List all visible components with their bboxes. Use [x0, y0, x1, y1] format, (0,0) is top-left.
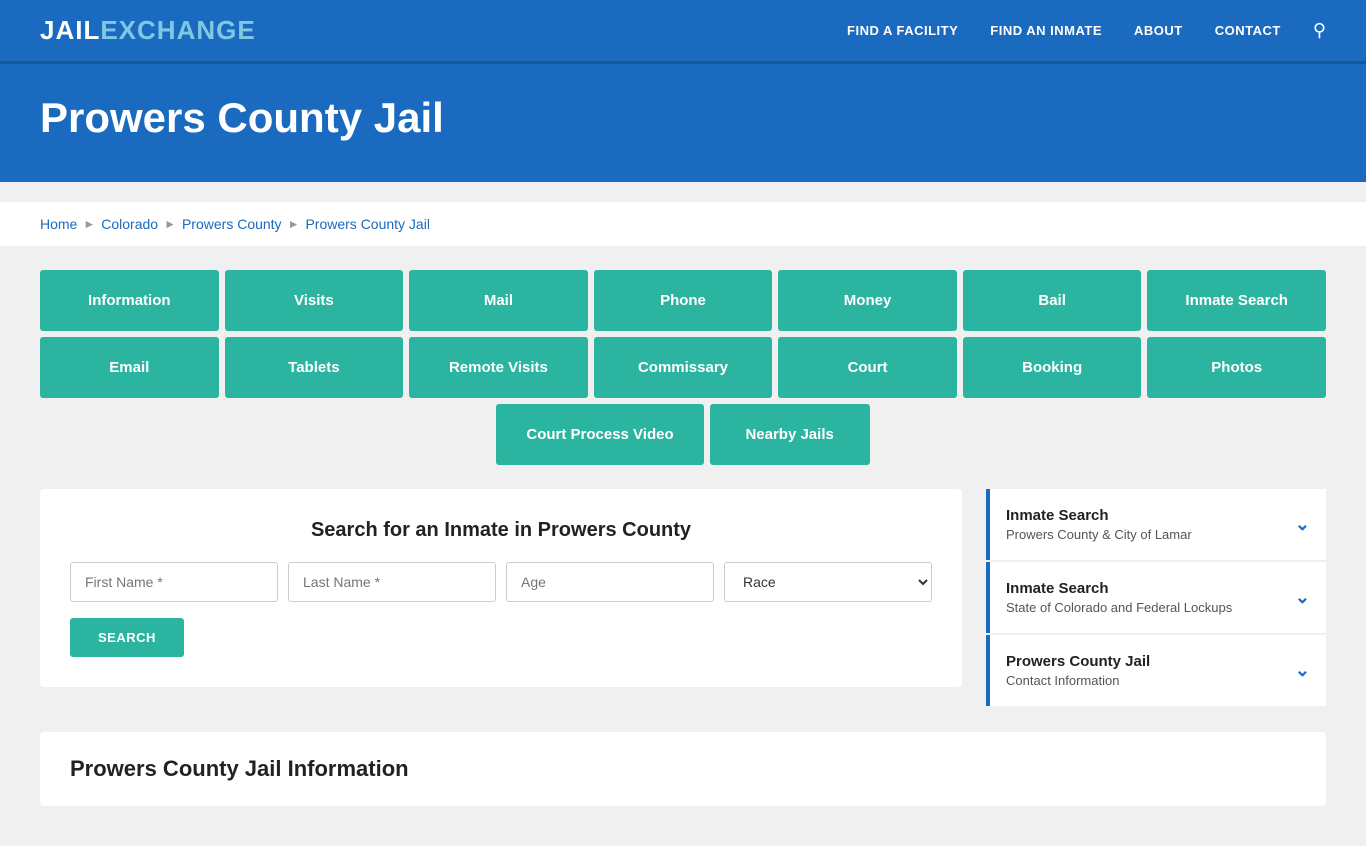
site-logo[interactable]: JAILEXCHANGE	[40, 15, 256, 46]
last-name-input[interactable]	[288, 562, 496, 602]
logo-exchange: EXCHANGE	[100, 15, 255, 45]
button-grid-row1: Information Visits Mail Phone Money Bail…	[40, 270, 1326, 331]
sidebar-item-2[interactable]: Inmate Search State of Colorado and Fede…	[986, 562, 1326, 633]
breadcrumb-colorado[interactable]: Colorado	[101, 216, 158, 232]
btn-inmate-search[interactable]: Inmate Search	[1147, 270, 1326, 331]
inmate-search-title: Search for an Inmate in Prowers County	[70, 519, 932, 542]
search-icon-button[interactable]: ⚲	[1313, 20, 1326, 41]
btn-remote-visits[interactable]: Remote Visits	[409, 337, 588, 398]
btn-phone[interactable]: Phone	[594, 270, 773, 331]
breadcrumb-home[interactable]: Home	[40, 216, 77, 232]
button-grid-row2: Email Tablets Remote Visits Commissary C…	[40, 337, 1326, 398]
breadcrumb-sep-1: ►	[83, 217, 95, 231]
btn-nearby-jails[interactable]: Nearby Jails	[710, 404, 870, 465]
nav-find-facility[interactable]: FIND A FACILITY	[847, 23, 958, 38]
btn-tablets[interactable]: Tablets	[225, 337, 404, 398]
btn-mail[interactable]: Mail	[409, 270, 588, 331]
chevron-down-icon-2: ⌄	[1295, 587, 1310, 608]
sidebar-item-1-title: Inmate Search	[1006, 507, 1192, 524]
btn-information[interactable]: Information	[40, 270, 219, 331]
lower-section: Search for an Inmate in Prowers County R…	[40, 489, 1326, 708]
sidebar-item-1-subtitle: Prowers County & City of Lamar	[1006, 527, 1192, 542]
btn-photos[interactable]: Photos	[1147, 337, 1326, 398]
search-fields: Race White Black Hispanic Asian Other	[70, 562, 932, 602]
btn-booking[interactable]: Booking	[963, 337, 1142, 398]
chevron-down-icon-1: ⌄	[1295, 514, 1310, 535]
sidebar-item-3-subtitle: Contact Information	[1006, 673, 1150, 688]
sidebar-item-2-title: Inmate Search	[1006, 580, 1232, 597]
btn-email[interactable]: Email	[40, 337, 219, 398]
nav-about[interactable]: ABOUT	[1134, 23, 1183, 38]
page-title: Prowers County Jail	[40, 94, 1326, 142]
btn-court-process-video[interactable]: Court Process Video	[496, 404, 703, 465]
breadcrumb: Home ► Colorado ► Prowers County ► Prowe…	[0, 202, 1366, 246]
inmate-search-card: Search for an Inmate in Prowers County R…	[40, 489, 962, 687]
navbar: JAILEXCHANGE FIND A FACILITY FIND AN INM…	[0, 0, 1366, 64]
breadcrumb-sep-3: ►	[288, 217, 300, 231]
info-section: Prowers County Jail Information	[40, 732, 1326, 806]
main-area: Home ► Colorado ► Prowers County ► Prowe…	[0, 182, 1366, 846]
race-select[interactable]: Race White Black Hispanic Asian Other	[724, 562, 932, 602]
nav-contact[interactable]: CONTACT	[1215, 23, 1281, 38]
btn-court[interactable]: Court	[778, 337, 957, 398]
btn-commissary[interactable]: Commissary	[594, 337, 773, 398]
btn-visits[interactable]: Visits	[225, 270, 404, 331]
age-input[interactable]	[506, 562, 714, 602]
breadcrumb-prowers-county[interactable]: Prowers County	[182, 216, 282, 232]
search-button[interactable]: SEARCH	[70, 618, 184, 657]
chevron-down-icon-3: ⌄	[1295, 660, 1310, 681]
info-section-title: Prowers County Jail Information	[70, 756, 1296, 782]
btn-bail[interactable]: Bail	[963, 270, 1142, 331]
sidebar-item-2-subtitle: State of Colorado and Federal Lockups	[1006, 600, 1232, 615]
hero-section: Prowers County Jail	[0, 64, 1366, 182]
sidebar-item-3[interactable]: Prowers County Jail Contact Information …	[986, 635, 1326, 706]
logo-jail: JAIL	[40, 15, 100, 45]
sidebar-item-3-title: Prowers County Jail	[1006, 653, 1150, 670]
right-sidebar: Inmate Search Prowers County & City of L…	[986, 489, 1326, 708]
breadcrumb-sep-2: ►	[164, 217, 176, 231]
button-grid-row3: Court Process Video Nearby Jails	[40, 404, 1326, 465]
btn-money[interactable]: Money	[778, 270, 957, 331]
breadcrumb-current: Prowers County Jail	[305, 216, 430, 232]
sidebar-item-1[interactable]: Inmate Search Prowers County & City of L…	[986, 489, 1326, 560]
nav-links: FIND A FACILITY FIND AN INMATE ABOUT CON…	[847, 20, 1326, 41]
first-name-input[interactable]	[70, 562, 278, 602]
nav-find-inmate[interactable]: FIND AN INMATE	[990, 23, 1102, 38]
